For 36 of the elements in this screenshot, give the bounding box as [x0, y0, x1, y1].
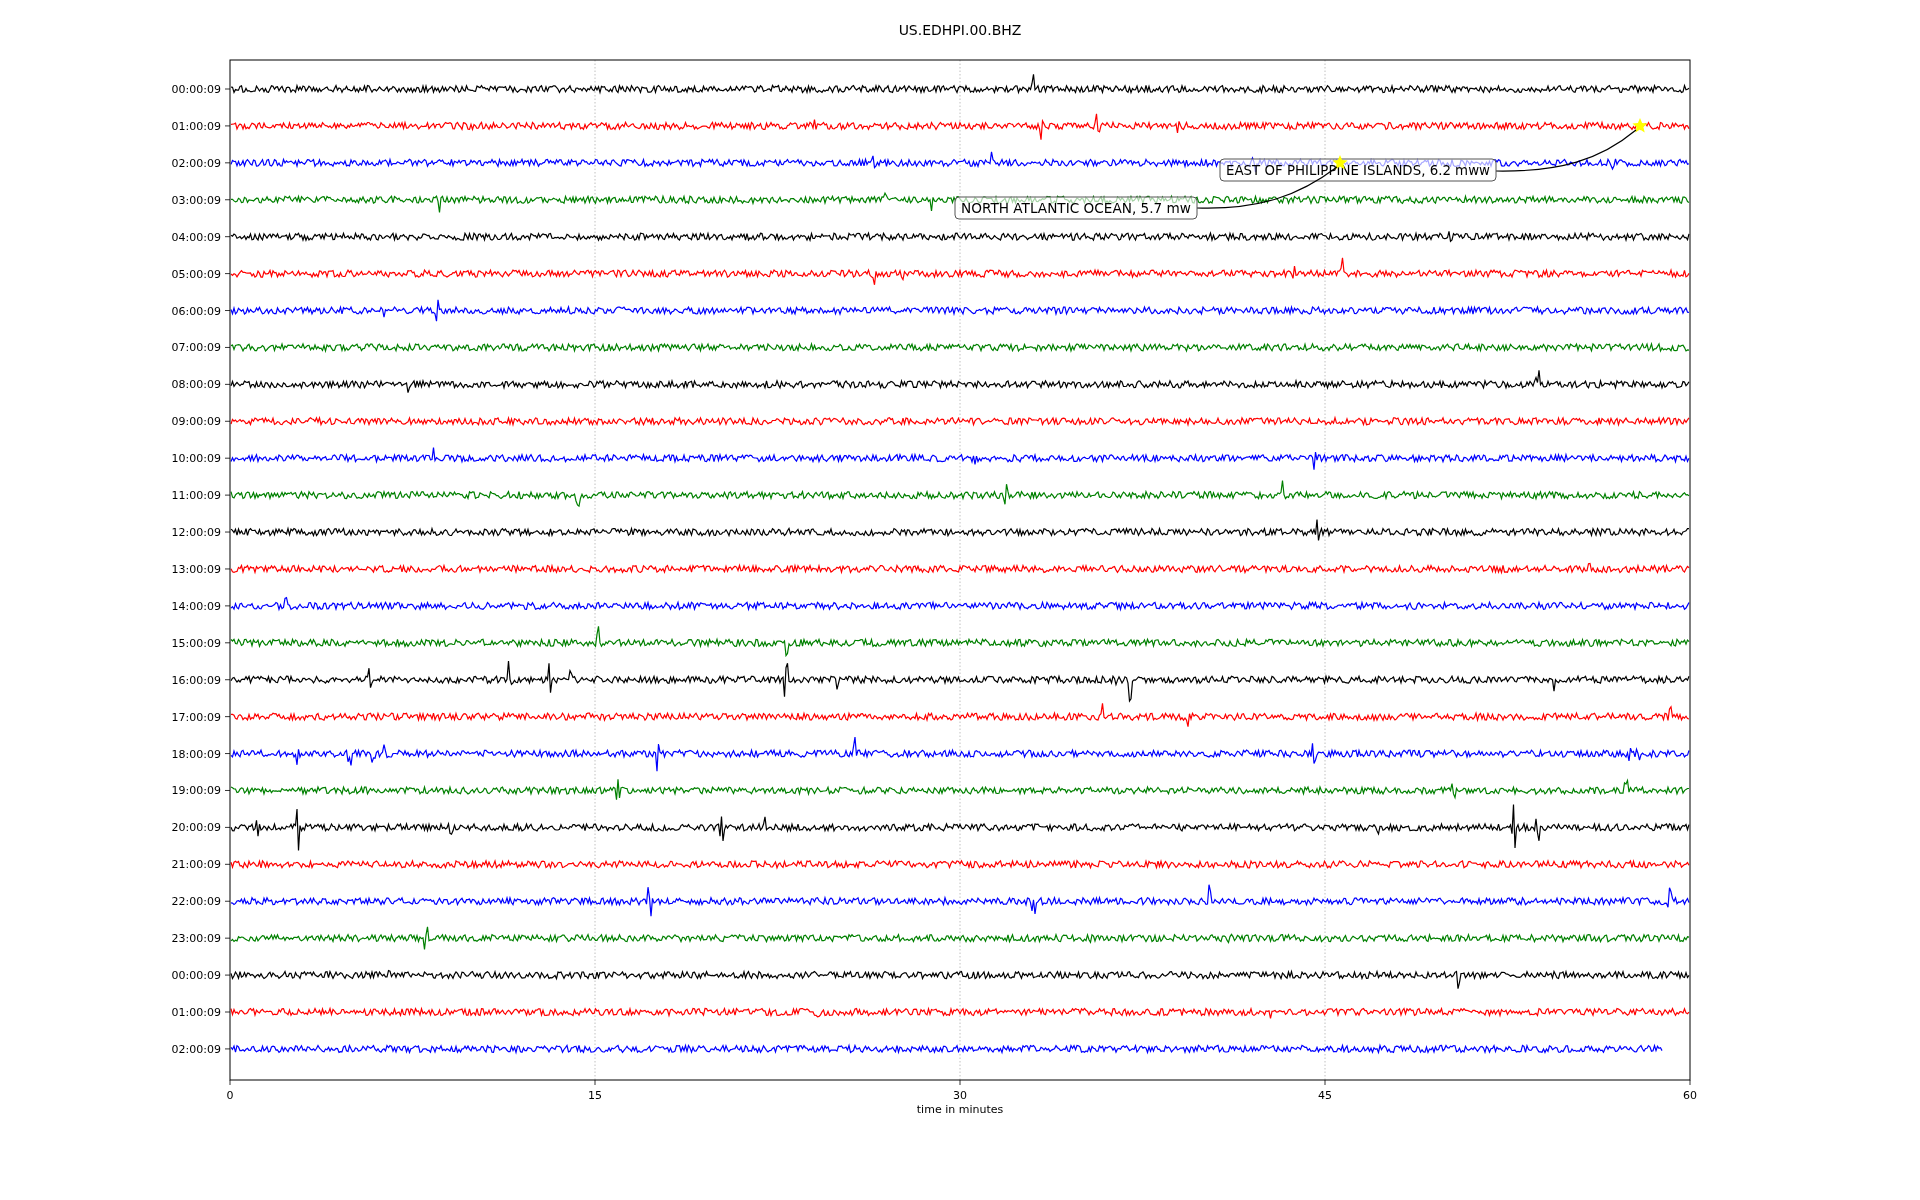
tick-label: 60 [1683, 1089, 1697, 1102]
time-label: 12:00:09 [171, 526, 221, 540]
time-label: 06:00:09 [171, 304, 221, 318]
time-label: 21:00:09 [171, 858, 221, 872]
time-label: 02:00:09 [171, 156, 221, 170]
time-label: 05:00:09 [171, 267, 221, 281]
time-label: 02:00:09 [171, 1042, 221, 1056]
time-label: 10:00:09 [171, 452, 221, 466]
time-label: 01:00:09 [171, 119, 221, 133]
time-label: 01:00:09 [171, 1006, 221, 1019]
chart-title: US.EDHPI.00.BHZ [898, 22, 1022, 38]
time-label: 08:00:09 [171, 378, 221, 392]
time-label: 18:00:09 [171, 747, 221, 761]
time-label: 04:00:09 [171, 230, 221, 244]
time-label: 14:00:09 [171, 599, 221, 613]
tick-label: 15 [588, 1089, 602, 1102]
star-icon [1632, 118, 1648, 133]
time-label: 00:00:09 [171, 83, 221, 96]
time-label: 00:00:09 [171, 969, 221, 983]
axis-label: time in minutes [916, 1103, 1004, 1116]
tick-label: 0 [226, 1089, 234, 1102]
time-label: 22:00:09 [171, 895, 221, 909]
time-label: 11:00:09 [171, 489, 221, 503]
time-label: 13:00:09 [171, 562, 221, 576]
time-label: 17:00:09 [171, 710, 221, 724]
time-label: 15:00:09 [171, 636, 221, 650]
time-label: 03:00:09 [171, 193, 221, 207]
time-label: 23:00:09 [171, 932, 221, 946]
time-label: 16:00:09 [171, 673, 221, 687]
tick-label: 45 [1318, 1089, 1332, 1102]
tick-label: 30 [953, 1089, 967, 1102]
time-label: 20:00:09 [171, 821, 221, 835]
time-label: 09:00:09 [171, 415, 221, 429]
time-label: 07:00:09 [171, 341, 221, 355]
annotation-label: NORTH ATLANTIC OCEAN, 5.7 mw [954, 196, 1198, 220]
time-label: 19:00:09 [171, 784, 221, 798]
